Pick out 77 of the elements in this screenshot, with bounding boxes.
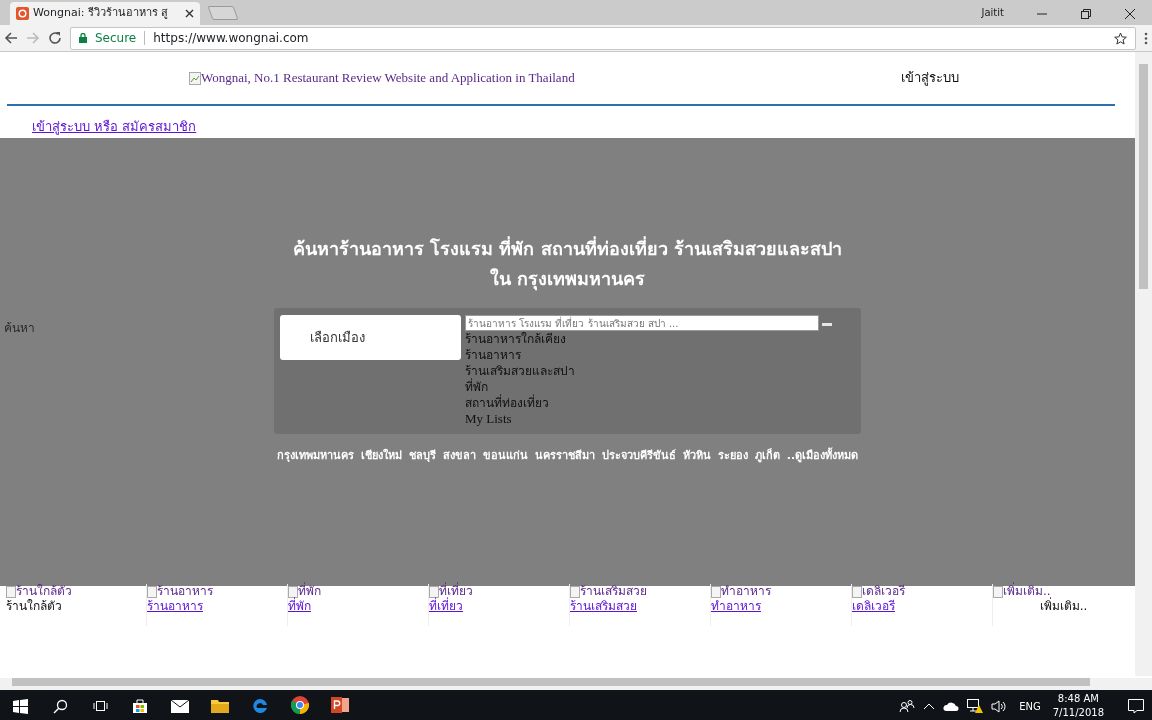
category-alt-text: ที่พัก — [298, 584, 321, 598]
search-heading: ค้นหาร้านอาหาร โรงแรม ที่พัก สถานที่ท่องเที่ยว ร้านเสริมสวยและสปา — [291, 235, 844, 261]
category-alt-text: ร้านเสริมสวย — [580, 584, 647, 599]
windows-logo-icon — [12, 698, 28, 714]
category-link[interactable]: ทำอาหาร — [711, 599, 851, 614]
people-icon[interactable] — [899, 699, 916, 713]
profile-name[interactable]: Jaitit — [981, 5, 1004, 20]
category-link[interactable]: ที่พัก — [288, 599, 428, 614]
reload-icon[interactable] — [48, 31, 62, 45]
browser-icon — [252, 698, 268, 714]
network-warning-icon[interactable] — [967, 698, 984, 714]
tab-title: Wongnai: รีวิวร้านอาหาร สู — [33, 5, 169, 22]
address-bar[interactable]: Secure https://www.wongnai.com — [70, 26, 1136, 50]
task-view-icon — [92, 699, 108, 713]
city-link[interactable]: กรุงเทพมหานคร — [276, 448, 354, 465]
search-icon — [52, 698, 68, 714]
app-logo-icon — [16, 7, 29, 20]
city-link[interactable]: ระยอง — [717, 448, 748, 465]
horizontal-scrollbar[interactable] — [0, 678, 1152, 690]
broken-image-icon — [189, 71, 201, 85]
back-icon[interactable] — [4, 31, 18, 45]
browser-tab[interactable]: Wongnai: รีวิวร้านอาหาร สู — [10, 2, 200, 25]
city-link[interactable]: นครราชสีมา — [534, 448, 595, 465]
city-link[interactable]: สงขลา — [442, 448, 476, 465]
suggestion-item[interactable]: ร้านอาหาร — [465, 347, 832, 363]
city-link[interactable]: ภูเก็ต — [754, 448, 780, 465]
search-input[interactable]: ร้านอาหาร โรงแรม ที่เที่ยว ร้านเสริมสวย สปา ... — [465, 315, 819, 331]
suggestion-item[interactable]: สถานที่ท่องเที่ยว — [465, 395, 832, 411]
search-label: ค้นหา — [4, 320, 35, 337]
category-label: เพิ่มเติม.. — [1038, 599, 1089, 614]
category-alt-text: ร้านใกล้ตัว — [16, 584, 72, 599]
logo-alt-text[interactable]: Wongnai, No.1 Restaurant Review Website and Application in Thailand — [201, 68, 575, 88]
category-label: ร้านใกล้ตัว — [6, 599, 63, 614]
star-icon[interactable] — [1114, 31, 1127, 45]
city-link[interactable]: ชลบุรี — [408, 448, 436, 465]
city-link[interactable]: ขอนแก่น — [482, 448, 528, 465]
suggestion-item[interactable]: My Lists — [465, 411, 832, 427]
slides-app-icon — [331, 697, 349, 713]
folder-icon — [211, 699, 229, 713]
category-alt-text: ทำอาหาร — [721, 584, 771, 599]
cloud-icon[interactable] — [943, 701, 960, 711]
category-alt-text: ร้านอาหาร — [157, 584, 213, 599]
vertical-scrollbar[interactable] — [1135, 52, 1152, 676]
volume-icon[interactable] — [991, 699, 1008, 713]
browser-icon — [291, 696, 309, 714]
signin-link[interactable]: เข้าสู่ระบบ หรือ สมัครสมาชิก — [32, 119, 197, 134]
store-icon — [132, 698, 148, 714]
city-link[interactable]: หัวหิน — [682, 448, 711, 465]
restore-icon — [1081, 8, 1091, 19]
category-link[interactable]: ร้านเสริมสวย — [570, 599, 710, 614]
secure-label: Secure — [95, 30, 137, 47]
broken-image-icon — [6, 585, 16, 598]
suggestion-item[interactable]: ร้านเสริมสวยและสปา — [465, 363, 832, 379]
language-indicator[interactable]: ENG — [1015, 698, 1045, 714]
lock-icon — [79, 33, 87, 43]
close-icon — [1125, 8, 1135, 19]
close-icon[interactable] — [185, 9, 194, 18]
notification-icon[interactable] — [1128, 698, 1144, 714]
suggestion-item[interactable]: ร้านอาหารใกล้เคียง — [465, 331, 832, 347]
category-alt-text: เพิ่มเติม.. — [1003, 584, 1051, 598]
category-link[interactable]: ร้านอาหาร — [147, 599, 287, 614]
chevron-up-icon[interactable] — [923, 702, 936, 710]
city-select-button[interactable]: เลือกเมือง — [280, 315, 461, 360]
city-link[interactable]: ..ดูเมืองทั้งหมด — [786, 448, 859, 465]
category-alt-text: เดลิเวอรี — [862, 584, 905, 599]
menu-icon[interactable] — [1144, 31, 1148, 45]
category-alt-text: ที่เที่ยว — [439, 584, 473, 598]
category-link[interactable]: ที่เที่ยว — [429, 599, 569, 614]
mail-icon — [171, 699, 189, 713]
search-heading: ใน กรุงเทพมหานคร — [488, 267, 647, 293]
login-link[interactable]: เข้าสู่ระบบ — [900, 68, 959, 88]
category-link[interactable]: เดลิเวอรี — [852, 599, 992, 614]
clock[interactable]: 8:48 AM 7/11/2018 — [1052, 692, 1104, 720]
city-link[interactable]: ประจวบคีรีขันธ์ — [601, 448, 676, 465]
url-text: https://www.wongnai.com — [153, 30, 309, 47]
city-link[interactable]: เชียงใหม่ — [360, 448, 402, 465]
suggestion-item[interactable]: ที่พัก — [465, 379, 832, 395]
